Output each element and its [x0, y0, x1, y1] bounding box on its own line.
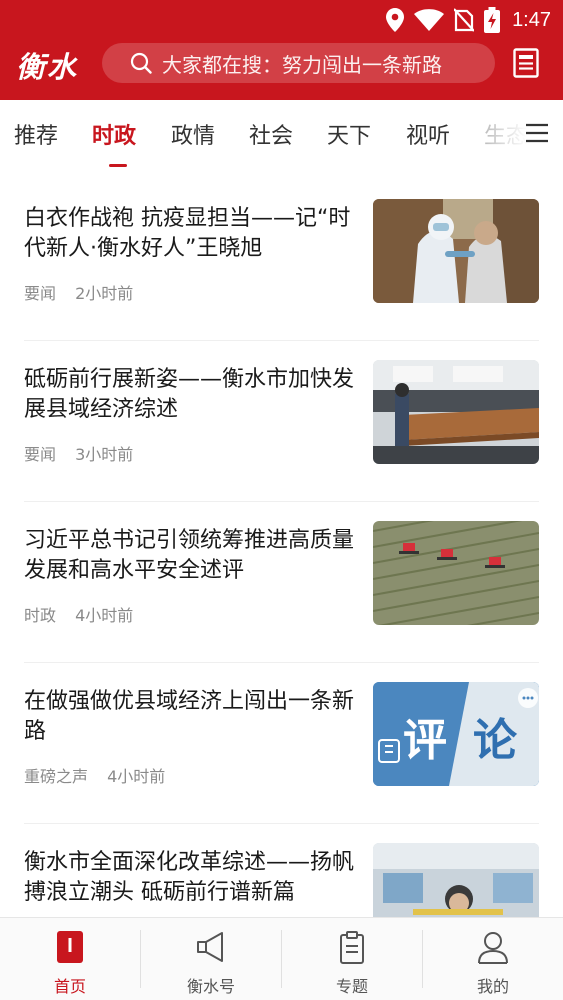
news-meta: 要闻 2小时前	[24, 280, 133, 304]
newspaper-icon[interactable]	[513, 48, 539, 78]
tab-world[interactable]: 天下	[327, 118, 371, 150]
search-icon	[130, 52, 152, 74]
news-time: 2小时前	[75, 284, 134, 303]
news-item[interactable]: 习近平总书记引领统筹推进高质量发展和高水平安全述评 时政 4小时前	[0, 502, 563, 663]
nav-topics[interactable]: 专题	[282, 918, 422, 1000]
office-service-photo[interactable]	[373, 843, 539, 917]
news-category: 重磅之声	[24, 767, 89, 786]
tab-politics[interactable]: 时政	[92, 118, 136, 150]
news-title[interactable]: 习近平总书记引领统筹推进高质量发展和高水平安全述评	[24, 526, 359, 586]
home-icon	[57, 931, 83, 963]
app-bar: 衡水 大家都在搜：努力闯出一条新路	[0, 40, 563, 100]
news-list: 白衣作战袍 抗疫显担当——记“时代新人·衡水好人”王晓旭 要闻 2小时前 砥砺前…	[0, 180, 563, 917]
nav-label: 衡水号	[186, 977, 235, 996]
news-time: 4小时前	[107, 767, 166, 786]
tab-recommend[interactable]: 推荐	[14, 118, 58, 150]
news-item[interactable]: 在做强做优县域经济上闯出一条新路 重磅之声 4小时前 评 论	[0, 663, 563, 824]
factory-wood-panel-photo[interactable]	[373, 360, 539, 464]
news-meta: 要闻 3小时前	[24, 441, 133, 465]
news-time: 3小时前	[75, 445, 134, 464]
search-placeholder: 大家都在搜：努力闯出一条新路	[162, 52, 442, 77]
active-tab-indicator	[109, 164, 127, 167]
app-logo[interactable]: 衡水	[16, 44, 78, 86]
news-title[interactable]: 白衣作战袍 抗疫显担当——记“时代新人·衡水好人”王晓旭	[24, 204, 359, 264]
nav-hengshui-hao[interactable]: 衡水号	[141, 918, 281, 1000]
tab-video[interactable]: 视听	[406, 118, 450, 150]
farm-tractors-photo[interactable]	[373, 521, 539, 625]
category-tabs: 推荐 时政 政情 社会 天下 视听 生态	[0, 100, 563, 170]
nav-label: 首页	[53, 977, 86, 996]
status-bar: 1:47	[0, 0, 563, 40]
news-item[interactable]: 砥砺前行展新姿——衡水市加快发展县域经济综述 要闻 3小时前	[0, 341, 563, 502]
status-time: 1:47	[512, 8, 551, 31]
news-time: 4小时前	[75, 606, 134, 625]
nav-label: 我的	[476, 977, 509, 996]
nav-label: 专题	[335, 977, 368, 996]
news-title[interactable]: 衡水市全面深化改革综述——扬帆搏浪立潮头 砥砺前行谱新篇	[24, 848, 359, 908]
tabs-fade	[483, 100, 563, 170]
news-meta: 时政 4小时前	[24, 602, 133, 626]
bottom-nav: 首页 衡水号 专题 我的	[0, 917, 563, 1000]
commentary-char-1: 评	[403, 715, 447, 766]
commentary-char-2: 论	[473, 715, 517, 766]
news-category: 要闻	[24, 284, 57, 303]
menu-icon[interactable]	[525, 122, 549, 144]
news-title[interactable]: 砥砺前行展新姿——衡水市加快发展县域经济综述	[24, 365, 359, 425]
news-item[interactable]: 衡水市全面深化改革综述——扬帆搏浪立潮头 砥砺前行谱新篇	[0, 824, 563, 917]
nav-mine[interactable]: 我的	[423, 918, 563, 1000]
wifi-icon	[414, 9, 445, 31]
tab-society[interactable]: 社会	[249, 118, 293, 150]
user-icon	[478, 932, 508, 964]
clipboard-icon	[340, 931, 364, 964]
news-meta: 重磅之声 4小时前	[24, 763, 165, 787]
news-category: 要闻	[24, 445, 57, 464]
search-bar[interactable]: 大家都在搜：努力闯出一条新路	[102, 43, 495, 83]
megaphone-icon	[197, 932, 223, 962]
nav-home[interactable]: 首页	[0, 918, 140, 1000]
no-sim-icon	[454, 8, 475, 32]
news-item[interactable]: 白衣作战袍 抗疫显担当——记“时代新人·衡水好人”王晓旭 要闻 2小时前	[0, 180, 563, 341]
news-title[interactable]: 在做强做优县域经济上闯出一条新路	[24, 687, 359, 747]
medical-worker-photo[interactable]	[373, 199, 539, 303]
news-category: 时政	[24, 606, 57, 625]
tab-government[interactable]: 政情	[171, 118, 215, 150]
location-icon	[386, 8, 405, 32]
commentary-graphic[interactable]: 评 论	[373, 682, 539, 786]
battery-charging-icon	[484, 7, 501, 33]
header: 1:47 衡水 大家都在搜：努力闯出一条新路	[0, 0, 563, 100]
